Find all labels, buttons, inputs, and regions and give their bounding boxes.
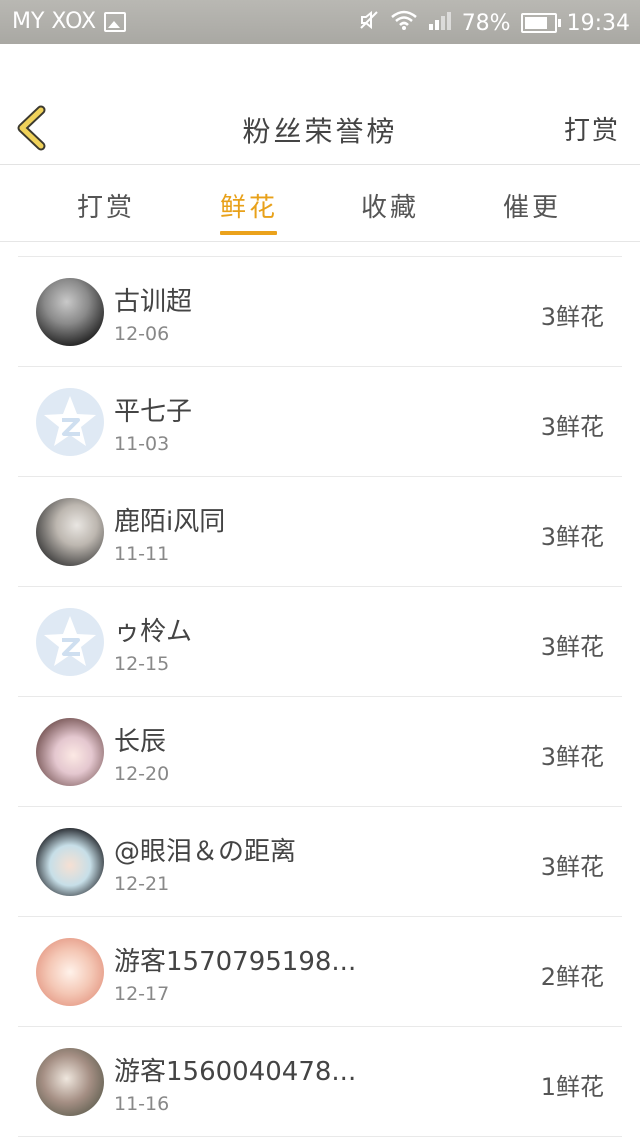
- fan-name: 鹿陌i风同: [114, 507, 226, 537]
- clock: 19:34: [566, 10, 630, 36]
- flower-count: 3鲜花: [540, 413, 604, 441]
- tab-bar: 打赏 鲜花 收藏 催更: [0, 165, 640, 242]
- fan-name: 古训超: [114, 287, 193, 317]
- flower-count: 2鲜花: [540, 963, 604, 991]
- star-icon: [44, 616, 96, 666]
- default-avatar: [36, 388, 104, 456]
- avatar: [36, 828, 104, 896]
- image-icon: [104, 11, 127, 32]
- fan-date: 12-20: [114, 763, 170, 785]
- tab-urge[interactable]: 催更: [487, 187, 577, 224]
- list-item[interactable]: 鹿陌i风同 11-11 3鲜花: [18, 477, 622, 587]
- fan-name: 平七子: [114, 397, 193, 427]
- wifi-icon: [390, 9, 418, 37]
- fan-date: 12-21: [114, 873, 170, 895]
- reward-button[interactable]: 打赏: [564, 110, 620, 147]
- battery-fill: [524, 17, 547, 29]
- fan-date: 12-17: [114, 983, 170, 1005]
- star-icon: [44, 396, 96, 446]
- tab-favorites[interactable]: 收藏: [345, 187, 435, 224]
- page-title: 粉丝荣誉榜: [242, 115, 398, 148]
- fan-date: 11-03: [114, 433, 170, 455]
- list-item[interactable]: 游客1570795198... 12-17 2鲜花: [18, 917, 622, 1027]
- battery-icon: [520, 13, 561, 33]
- fan-date: 12-06: [114, 323, 170, 345]
- avatar: [36, 498, 104, 566]
- list-item[interactable]: 长辰 12-20 3鲜花: [18, 697, 622, 807]
- avatar: [36, 278, 104, 346]
- flower-count: 3鲜花: [540, 633, 604, 661]
- status-left: MY XOX: [12, 9, 127, 34]
- fan-date: 11-16: [114, 1093, 170, 1115]
- tab-flowers[interactable]: 鲜花: [204, 187, 294, 224]
- status-right: 78% 19:34: [358, 9, 630, 37]
- fan-name: 游客1560040478...: [114, 1057, 357, 1087]
- list-item[interactable]: 古训超 12-06 3鲜花: [18, 257, 622, 367]
- carrier-label: MY XOX: [12, 9, 97, 34]
- fan-name: @眼泪＆の距离: [114, 837, 297, 867]
- tab-reward[interactable]: 打赏: [61, 187, 151, 224]
- fan-date: 12-15: [114, 653, 170, 675]
- list-item[interactable]: 游客1560040478... 11-16 1鲜花: [18, 1027, 622, 1137]
- status-bar: MY XOX 78% 19:34: [0, 0, 640, 44]
- flower-count: 3鲜花: [540, 303, 604, 331]
- list-item[interactable]: 平七子 11-03 3鲜花: [18, 367, 622, 477]
- battery-percent: 78%: [461, 10, 511, 36]
- flower-count: 3鲜花: [540, 523, 604, 551]
- list-item[interactable]: @眼泪＆の距离 12-21 3鲜花: [18, 807, 622, 917]
- fan-name: 游客1570795198...: [114, 947, 357, 977]
- signal-icon: [428, 9, 452, 37]
- fan-date: 11-11: [114, 543, 170, 565]
- avatar: [36, 1048, 104, 1116]
- flower-count: 1鲜花: [540, 1073, 604, 1101]
- avatar: [36, 718, 104, 786]
- avatar: [36, 938, 104, 1006]
- fan-name: ゥ柃ム: [114, 617, 193, 647]
- mute-icon: [358, 9, 380, 37]
- active-tab-indicator: [220, 231, 277, 235]
- fan-list: 古训超 12-06 3鲜花 平七子 11-03 3鲜花 鹿陌i风同 11-11 …: [18, 256, 622, 1137]
- app-header: 粉丝荣誉榜 打赏: [0, 44, 640, 165]
- list-item[interactable]: ゥ柃ム 12-15 3鲜花: [18, 587, 622, 697]
- default-avatar: [36, 608, 104, 676]
- flower-count: 3鲜花: [540, 853, 604, 881]
- fan-name: 长辰: [114, 727, 167, 757]
- flower-count: 3鲜花: [540, 743, 604, 771]
